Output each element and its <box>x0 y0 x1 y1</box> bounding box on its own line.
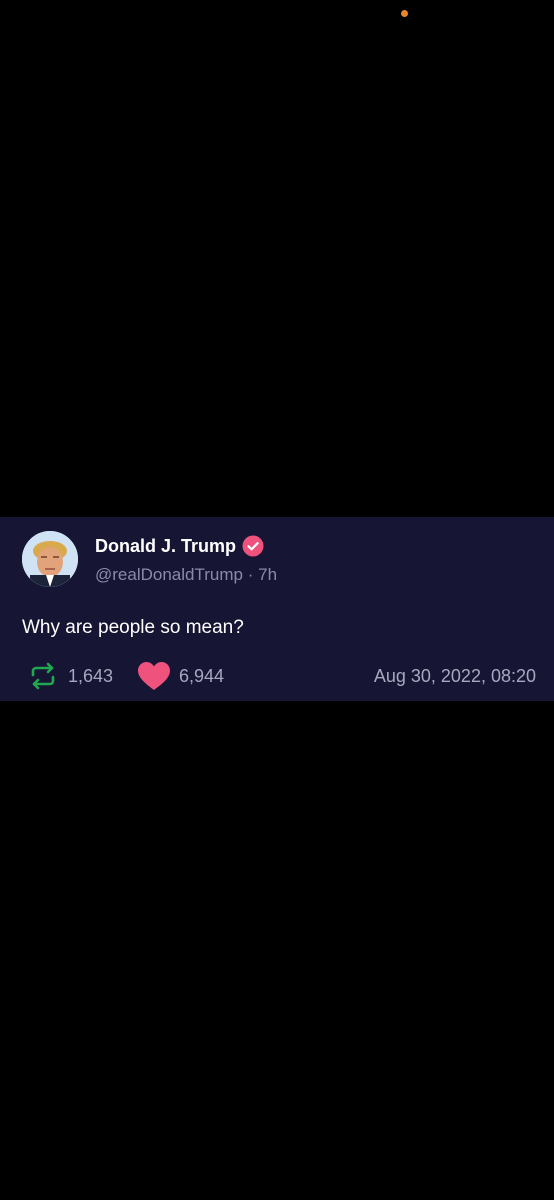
verified-badge-icon <box>242 535 264 557</box>
handle-line: @realDonaldTrump · 7h <box>95 565 277 585</box>
author-name[interactable]: Donald J. Trump <box>95 535 264 557</box>
screen: Donald J. Trump @realDonaldTrump · 7h Wh… <box>0 0 554 1200</box>
post-card[interactable]: Donald J. Trump @realDonaldTrump · 7h Wh… <box>0 517 554 701</box>
author-handle[interactable]: @realDonaldTrump <box>95 565 243 584</box>
avatar-image <box>22 531 78 587</box>
handle-separator: · <box>247 565 254 584</box>
post-age: 7h <box>258 565 278 584</box>
camera-indicator-dot <box>401 10 408 17</box>
author-name-text: Donald J. Trump <box>95 535 237 556</box>
stats-row: 1,643 6,944 Aug 30, 2022, 08:20 <box>22 660 536 692</box>
repost-count: 1,643 <box>68 666 114 686</box>
heart-icon[interactable] <box>136 660 172 692</box>
post-text: Why are people so mean? <box>22 617 244 638</box>
like-count: 6,944 <box>179 666 225 686</box>
repost-icon[interactable] <box>28 661 58 691</box>
post-timestamp: Aug 30, 2022, 08:20 <box>373 666 536 686</box>
avatar[interactable] <box>22 531 78 587</box>
